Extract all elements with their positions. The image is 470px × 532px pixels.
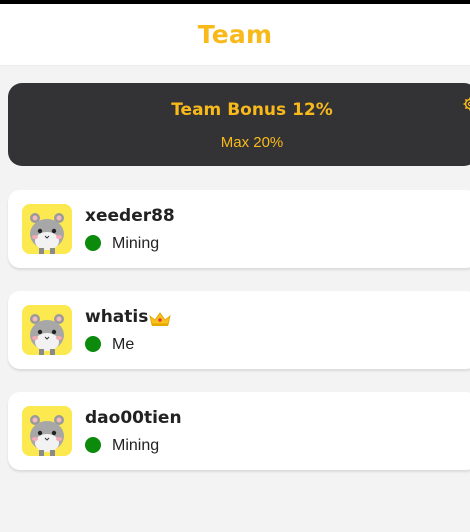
team-bonus-max: Max 20%	[220, 134, 284, 151]
member-card[interactable]: xeeder88 Mining	[8, 190, 470, 268]
hamster-icon	[22, 305, 72, 355]
team-bonus-label: Team Bonus 12%	[171, 100, 333, 120]
member-card[interactable]: dao00tien Mining	[8, 392, 470, 470]
member-status: Mining	[112, 437, 160, 454]
member-name: xeeder88	[85, 206, 175, 226]
gear-icon[interactable]	[463, 97, 470, 111]
member-name: dao00tien	[85, 408, 182, 428]
member-status: Mining	[112, 235, 160, 252]
status-dot	[85, 437, 101, 453]
team-bonus-card[interactable]: Team Bonus 12% Max 20%	[8, 83, 470, 166]
member-card[interactable]: whatis Me	[8, 291, 470, 369]
member-name: whatis	[85, 307, 149, 327]
page-title: Team	[197, 20, 273, 49]
status-dot	[85, 235, 101, 251]
member-status: Me	[112, 336, 135, 353]
hamster-icon	[22, 204, 72, 254]
crown-icon	[149, 312, 171, 326]
avatar	[22, 305, 72, 355]
header: Team	[0, 4, 470, 66]
hamster-icon	[22, 406, 72, 456]
avatar	[22, 406, 72, 456]
avatar	[22, 204, 72, 254]
status-dot	[85, 336, 101, 352]
